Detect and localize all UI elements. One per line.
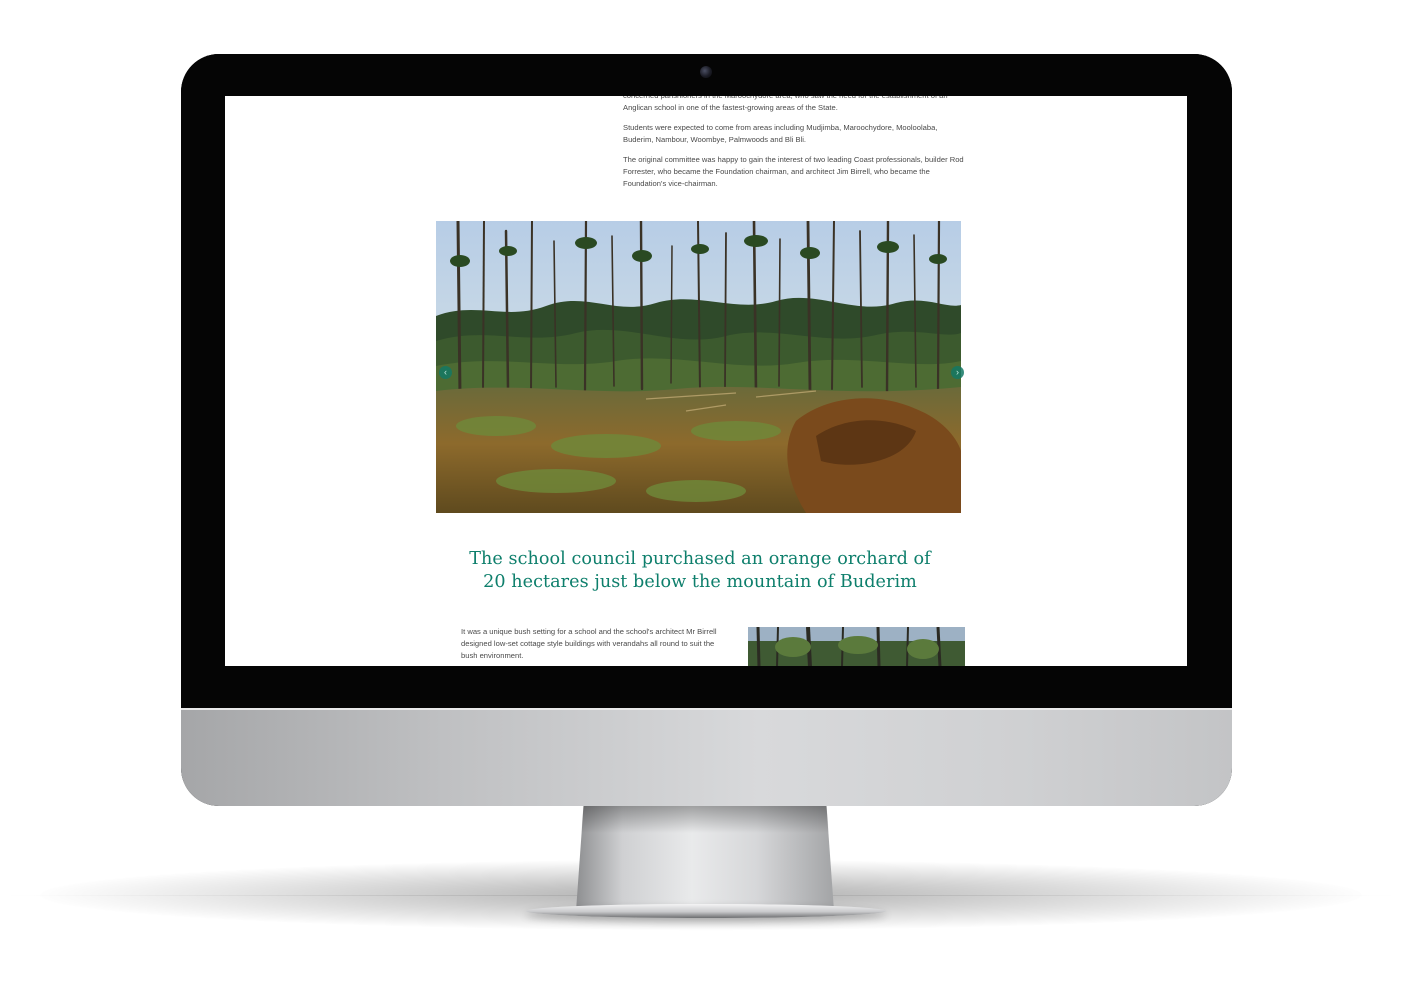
section-headline: The school council purchased an orange o… — [425, 548, 975, 594]
monitor: concerned parishioners in the Maroochydo… — [181, 54, 1232, 806]
committee-paragraph: The original committee was happy to gain… — [623, 155, 964, 188]
students-paragraph: Students were expected to come from area… — [623, 123, 938, 144]
monitor-mockup-scene: concerned parishioners in the Maroochydo… — [0, 0, 1402, 1001]
monitor-chin — [181, 708, 1232, 806]
bush-setting-paragraph: It was a unique bush setting for a schoo… — [461, 627, 717, 660]
gallery-next-button[interactable]: › — [951, 366, 964, 379]
bush-setting-photo — [748, 627, 965, 666]
image-gallery[interactable] — [436, 221, 961, 513]
gallery-prev-button[interactable]: ‹ — [439, 366, 452, 379]
bush-setting-paragraph-block: It was a unique bush setting for a schoo… — [461, 626, 723, 662]
bush-photo-thumbnail — [748, 627, 965, 666]
monitor-stand-base — [526, 904, 886, 918]
camera-icon — [700, 66, 712, 78]
headline-line-2: 20 hectares just below the mountain of B… — [483, 572, 917, 592]
monitor-chin-edge — [181, 708, 1232, 710]
headline-line-1: The school council purchased an orange o… — [469, 549, 931, 569]
intro-paragraph-fragment: concerned parishioners in the Maroochydo… — [623, 96, 948, 112]
gallery-photo-cleared-bushland — [436, 221, 961, 513]
screen-webpage[interactable]: concerned parishioners in the Maroochydo… — [225, 96, 1187, 666]
chevron-right-icon: › — [956, 367, 959, 377]
article-text-block: concerned parishioners in the Maroochydo… — [623, 96, 967, 198]
monitor-stand-shadow — [581, 803, 829, 833]
chevron-left-icon: ‹ — [444, 367, 447, 377]
